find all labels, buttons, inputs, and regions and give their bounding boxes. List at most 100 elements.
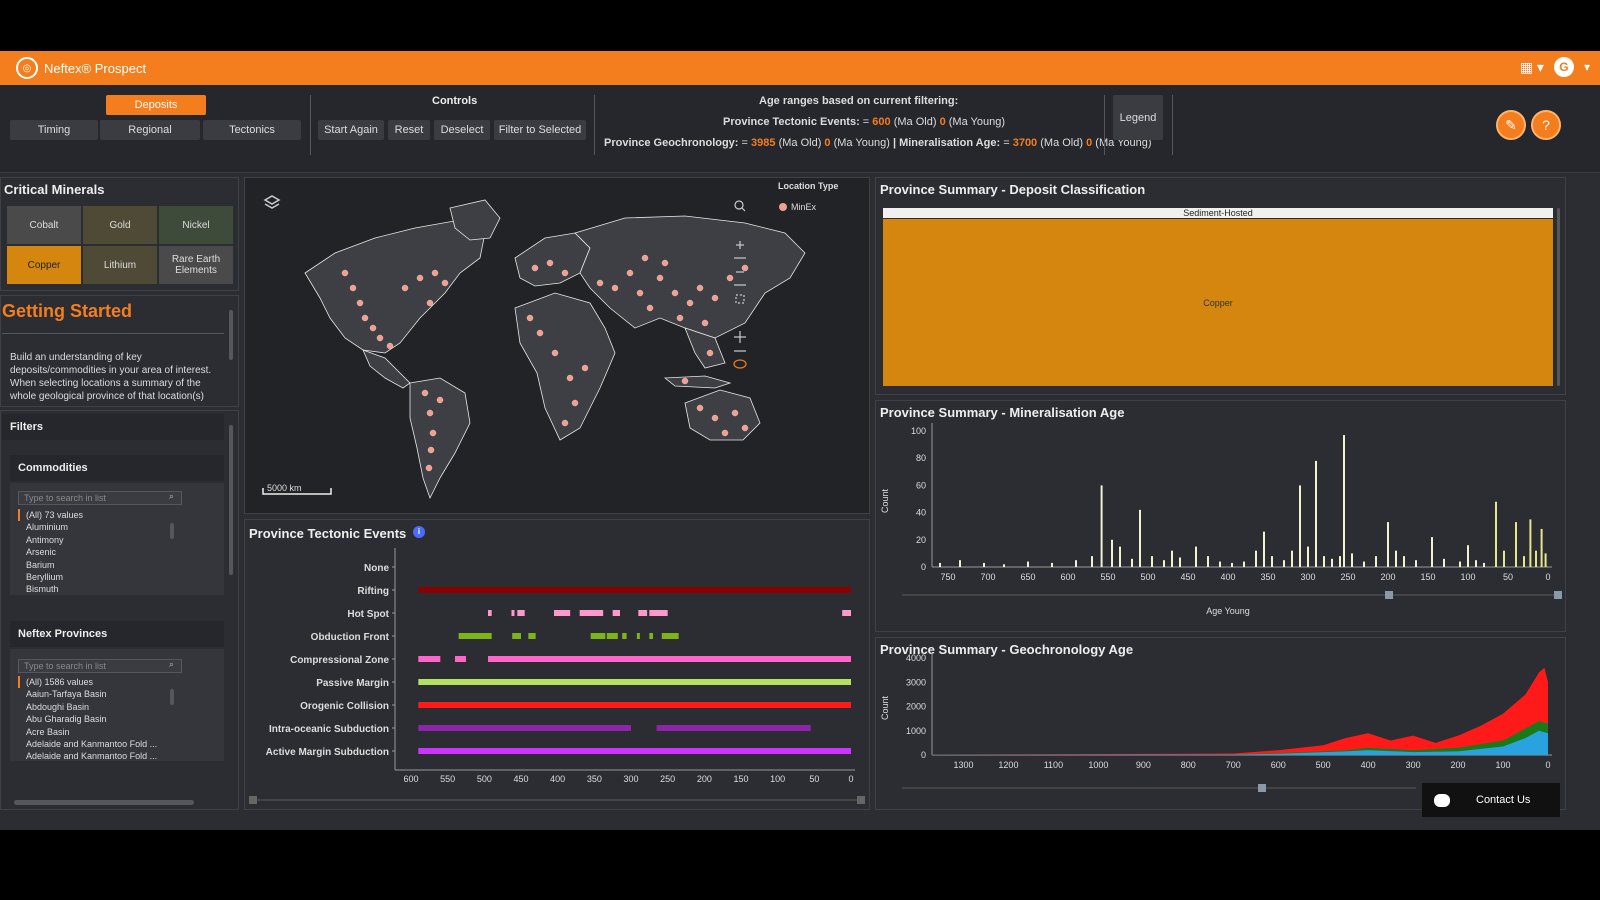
list-item[interactable]: Beryllium [18,571,168,583]
row-label: Passive Margin [316,678,389,689]
minex-point [706,349,714,357]
mineral-nickel[interactable]: Nickel [159,206,233,244]
neftex-logo-icon: ◎ [16,57,38,79]
user-menu-chevron-icon[interactable]: ▾ [1584,60,1590,74]
age-bar [1351,553,1353,567]
list-item[interactable]: Aaiun-Tarfaya Basin [18,688,168,700]
event-bar [636,633,640,639]
reset-button[interactable]: Reset [388,120,430,140]
minex-point [661,259,669,267]
list-item[interactable]: Bismuth [18,583,168,595]
x-tick-label: 500 [1316,760,1331,770]
report-icon[interactable]: ✎ [1496,110,1526,140]
separator: | [892,137,897,149]
x-axis-label: Age Young [1206,606,1250,616]
mineralisation-age-chart[interactable]: 020406080100750 700 650 600 550 500 450 400 350 3… [876,401,1567,633]
minex-point [429,429,437,437]
commodities-search-input[interactable]: Type to search in list [18,491,182,505]
y-tick-label: 100 [911,426,926,436]
age-bar [1255,550,1257,567]
neftex-provinces-title: Neftex Provinces [10,621,224,647]
x-tick-label: 300 [1300,572,1315,582]
age-bar [1459,561,1461,567]
x-tick-label: 100 [1496,760,1511,770]
scrollbar[interactable] [229,310,233,360]
x-tick-label: 0 [1545,572,1550,582]
list-item[interactable]: Adelaide and Kanmantoo Fold ... [18,738,168,750]
list-item[interactable]: Barium [18,559,168,571]
europe-shape [514,232,591,287]
list-item[interactable]: Arsenic [18,546,168,558]
provinces-search-input[interactable]: Type to search in list [18,659,182,673]
event-bar [638,610,648,616]
x-tick-label: 450 [513,774,528,784]
tab-regional[interactable]: Regional [100,120,200,140]
scrollbar[interactable] [229,425,233,575]
help-icon[interactable]: ? [1531,110,1561,140]
world-map[interactable]: Location Type MinEx 5000 km [245,178,871,515]
filters-title: Filters [2,414,224,440]
horizontal-scrollbar[interactable] [14,800,194,805]
event-bar [656,725,811,731]
mineral-cobalt[interactable]: Cobalt [7,206,81,244]
list-item[interactable]: (All) 73 values [18,509,168,522]
age-bar [1111,539,1113,567]
divider [1104,95,1105,155]
deposit-classification-title: Province Summary - Deposit Classificatio… [880,182,1146,197]
age-bar [1467,545,1469,567]
list-item[interactable]: Abdoughi Basin [18,701,168,713]
event-bar [418,748,851,754]
apps-grid-icon[interactable]: ▦ ▾ [1520,59,1544,76]
mineral-rare-earth[interactable]: Rare Earth Elements [159,246,233,284]
minex-point [581,364,589,372]
map-panel: Location Type MinEx 5000 km [244,177,870,514]
app-body: Deposits Timing Regional Tectonics Contr… [0,85,1600,830]
y-tick-label: 80 [916,453,926,463]
legend-button[interactable]: Legend [1113,95,1163,140]
mineral-copper[interactable]: Copper [7,246,81,284]
scrollbar[interactable] [170,523,174,539]
geochron-age-line: Province Geochronology: = 3985 (Ma Old) … [604,137,1152,149]
asia-shape [574,215,806,339]
row-label: Hot Spot [347,609,389,620]
x-tick-label: 1200 [998,760,1018,770]
scrollbar[interactable] [170,689,174,705]
user-avatar[interactable]: G [1553,57,1574,77]
list-item[interactable]: (All) 1586 values [18,676,168,689]
age-bar [1523,556,1525,567]
list-item[interactable]: Aluminium [18,521,168,533]
event-bar [842,610,851,616]
tab-tectonics[interactable]: Tectonics [203,120,301,140]
deselect-button[interactable]: Deselect [434,120,490,140]
location-type-title: Location Type [778,181,838,191]
list-item[interactable]: Acre Basin [18,726,168,738]
row-label: Obduction Front [311,632,390,643]
list-item[interactable]: Adelaide and Kanmantoo Fold ... [18,750,168,762]
event-bar [418,725,631,731]
scrollbar[interactable] [1557,208,1560,386]
tectonic-events-chart[interactable]: None Rifting Hot Spot Obduction Front Compre… [245,520,871,811]
tab-timing[interactable]: Timing [10,120,98,140]
provinces-list: (All) 1586 values Aaiun-Tarfaya Basin Ab… [18,676,168,763]
x-tick-label: 200 [1451,760,1466,770]
minex-point [431,269,439,277]
top-app-bar: ◎ Neftex® Prospect ▦ ▾ G ▾ [0,51,1600,85]
mineral-lithium[interactable]: Lithium [83,246,157,284]
age-bar [1263,531,1265,567]
y-axis-label: Count [880,696,890,721]
start-again-button[interactable]: Start Again [318,120,384,140]
row-label: None [364,563,389,574]
age-bar [1387,522,1389,567]
layers-control [263,195,281,209]
brand[interactable]: ◎ Neftex® Prospect [16,57,146,79]
tectonic-old-value: 600 [872,116,891,128]
tab-deposits[interactable]: Deposits [106,95,206,115]
mineral-gold[interactable]: Gold [83,206,157,244]
contact-us-button[interactable]: Contact Us [1422,783,1560,817]
list-item[interactable]: Abu Gharadig Basin [18,713,168,725]
filter-to-selected-button[interactable]: Filter to Selected [494,120,586,140]
deposit-classification-panel: Province Summary - Deposit Classificatio… [875,177,1566,395]
age-bar [1535,550,1537,567]
list-item[interactable]: Antimony [18,534,168,546]
treemap-cell-copper[interactable]: Copper [883,219,1553,386]
